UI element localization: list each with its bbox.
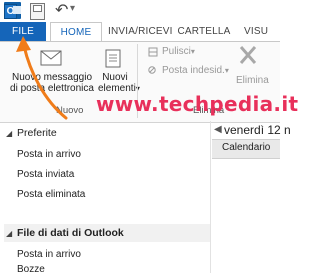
- calendar-date: venerdì 12 n: [224, 123, 291, 137]
- pane-divider: [210, 121, 211, 273]
- new-email-button[interactable]: Nuovo messaggio di posta elettronica: [4, 72, 100, 94]
- new-email-label-line1: Nuovo messaggio: [11, 72, 93, 83]
- new-items-label-line1: Nuovi: [102, 72, 128, 83]
- chevron-down-icon: ▾: [224, 66, 229, 75]
- new-items-icon: [105, 49, 121, 68]
- junk-button[interactable]: Posta indesid.▾: [162, 65, 229, 76]
- tab-send-receive[interactable]: INVIA/RICEVI: [108, 22, 172, 42]
- folder-item[interactable]: Posta in arrivo: [17, 249, 81, 260]
- tab-file[interactable]: FILE: [0, 22, 46, 42]
- data-file-header[interactable]: File di dati di Outlook: [17, 227, 124, 239]
- tab-folder[interactable]: CARTELLA: [176, 22, 232, 42]
- undo-icon[interactable]: ↶: [55, 0, 68, 20]
- collapse-triangle-icon[interactable]: ◢: [6, 229, 12, 238]
- favorites-header[interactable]: Preferite: [17, 127, 57, 139]
- customize-toolbar-chevron-icon[interactable]: ▾: [70, 3, 75, 14]
- tab-home[interactable]: HOME: [50, 22, 102, 42]
- tab-view[interactable]: VISU: [244, 22, 280, 42]
- folder-item[interactable]: Bozze: [17, 264, 45, 275]
- watermark-text: www.techpedia.it: [96, 92, 299, 116]
- clean-up-icon: [148, 47, 158, 57]
- group-label-new: Nuovo: [56, 105, 84, 116]
- save-icon[interactable]: [30, 3, 45, 20]
- junk-label: Posta indesid.: [162, 65, 225, 76]
- clean-up-label: Pulisci: [162, 46, 191, 57]
- chevron-down-icon: ▾: [190, 47, 195, 56]
- calendar-label: Calendario: [222, 142, 271, 153]
- collapse-triangle-icon[interactable]: ◢: [6, 129, 12, 138]
- delete-button[interactable]: Elimina: [236, 75, 269, 86]
- folder-item[interactable]: Posta inviata: [17, 169, 74, 180]
- junk-icon: [148, 66, 156, 74]
- delete-icon: [239, 46, 257, 64]
- new-email-icon: [40, 50, 62, 66]
- folder-item[interactable]: Posta eliminata: [17, 189, 85, 200]
- new-items-button[interactable]: Nuovi elementi▾: [98, 72, 140, 94]
- clean-up-button[interactable]: Pulisci▾: [162, 46, 195, 57]
- new-email-label-line2: di posta elettronica: [10, 83, 94, 94]
- folder-item[interactable]: Posta in arrivo: [17, 149, 81, 160]
- outlook-app-icon: O: [4, 2, 21, 19]
- previous-day-icon[interactable]: ◀: [214, 124, 222, 135]
